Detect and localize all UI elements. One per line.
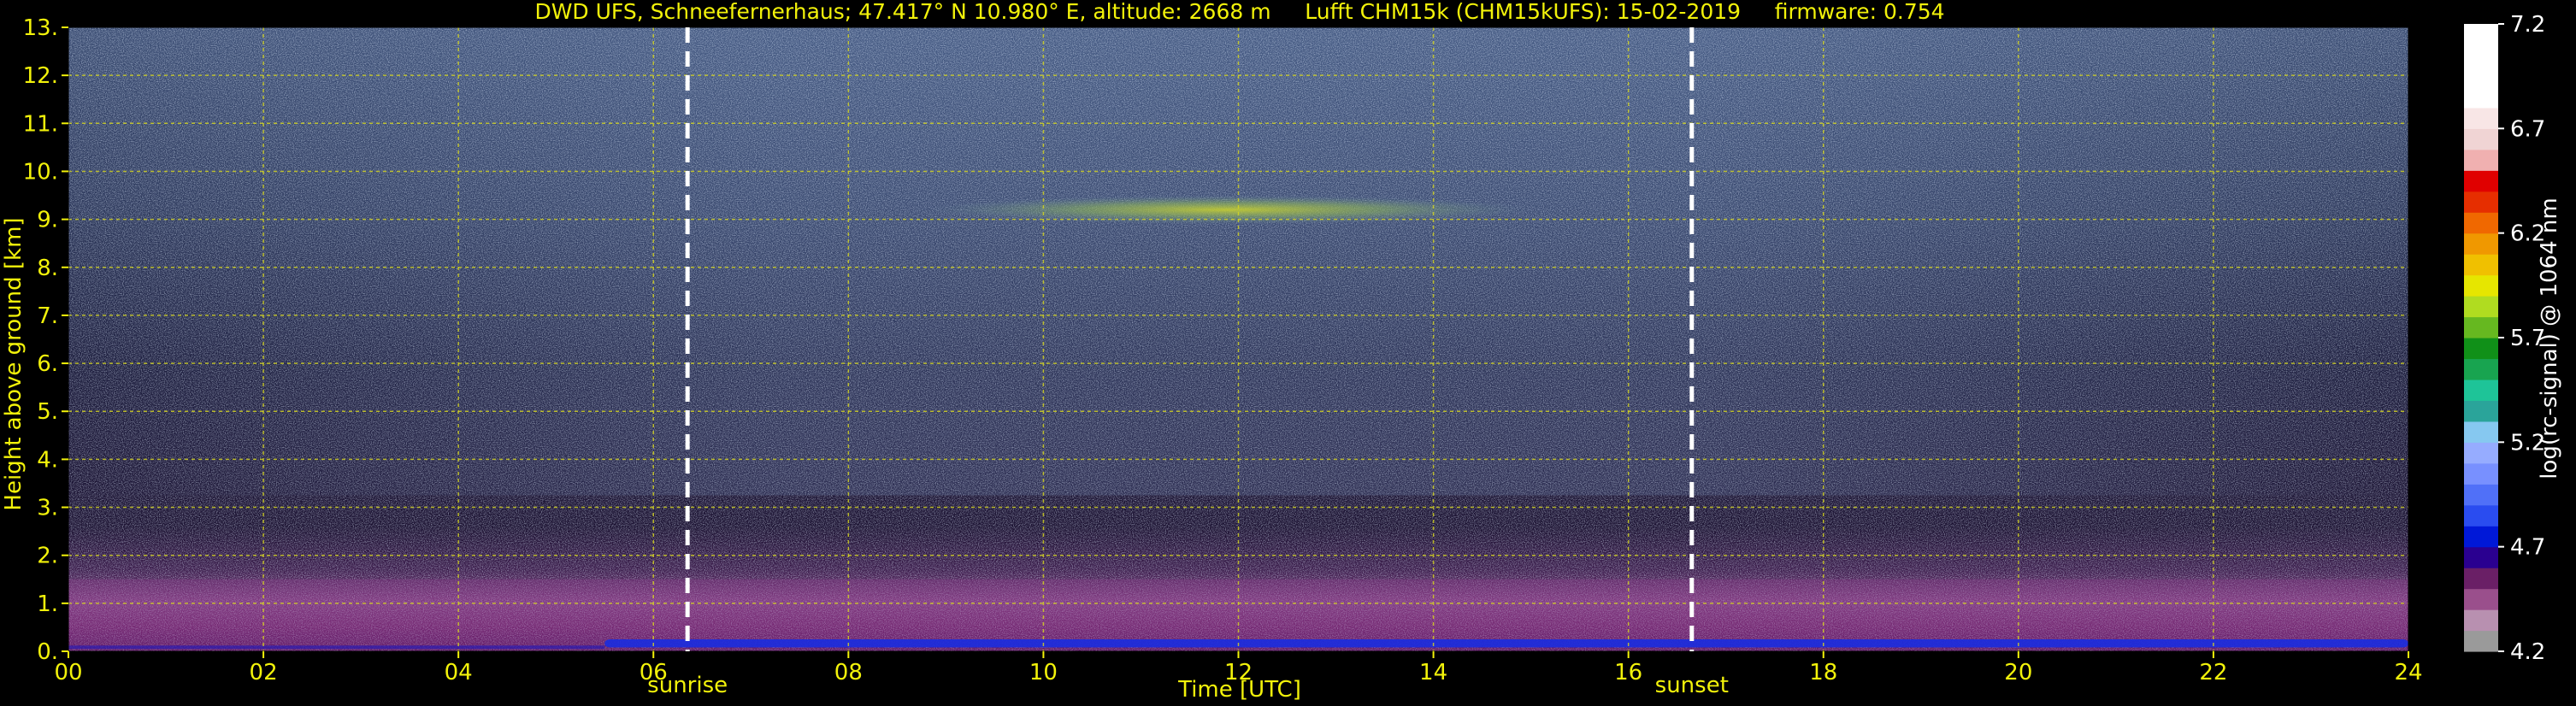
y-tick-label: 7. xyxy=(37,303,58,329)
colorbar-segment xyxy=(2464,128,2498,150)
colorbar-segment xyxy=(2464,191,2498,213)
x-tick-label: 06 xyxy=(640,660,668,685)
y-axis-ticks: 0. 1. 2. 3. 4. 5. 6. 7. 8. 9. 10. 11. 12. 13. xyxy=(23,15,68,665)
x-tick-label: 24 xyxy=(2394,660,2422,685)
near-ground-signal-band-early xyxy=(68,645,605,650)
x-tick-label: 18 xyxy=(1809,660,1837,685)
colorbar-tick-label: 7.2 xyxy=(2510,12,2545,38)
x-tick-label: 10 xyxy=(1029,660,1058,685)
y-tick-label: 0. xyxy=(37,639,58,665)
colorbar-tick-label: 6.7 xyxy=(2510,116,2545,142)
colorbar-segment xyxy=(2464,316,2498,338)
sunset-label: sunset xyxy=(1655,673,1729,698)
x-tick-label: 22 xyxy=(2199,660,2227,685)
colorbar-segment xyxy=(2464,338,2498,360)
colorbar-label: log(rc-signal) @ 1064 nm xyxy=(2537,197,2562,479)
colorbar-segment xyxy=(2464,149,2498,171)
colorbar-segment xyxy=(2464,568,2498,590)
colorbar-segment xyxy=(2464,588,2498,610)
y-tick-label: 6. xyxy=(37,351,58,377)
plot-area xyxy=(68,27,2408,651)
colorbar-segment xyxy=(2464,546,2498,568)
x-tick-label: 20 xyxy=(2004,660,2032,685)
x-tick-label: 08 xyxy=(834,660,863,685)
colorbar-segment xyxy=(2464,107,2498,129)
colorbar-segment xyxy=(2464,442,2498,464)
x-axis-label: Time [UTC] xyxy=(1177,677,1301,703)
colorbar-segment xyxy=(2464,24,2498,46)
x-tick-label: 04 xyxy=(445,660,473,685)
colorbar-segment xyxy=(2464,296,2498,318)
colorbar-segment xyxy=(2464,212,2498,234)
colorbar-tick-label: 4.2 xyxy=(2510,639,2545,665)
colorbar-segment xyxy=(2464,379,2498,401)
y-tick-label: 10. xyxy=(23,159,58,185)
colorbar-segment xyxy=(2464,358,2498,380)
y-tick-label: 4. xyxy=(37,447,58,473)
x-tick-label: 00 xyxy=(54,660,82,685)
colorbar-tick-label: 4.7 xyxy=(2510,535,2545,561)
near-ground-signal-band xyxy=(604,638,2408,648)
colorbar-segment xyxy=(2464,421,2498,443)
y-tick-label: 11. xyxy=(23,111,58,137)
x-tick-label: 16 xyxy=(1614,660,1642,685)
colorbar-segment xyxy=(2464,462,2498,485)
colorbar-segment xyxy=(2464,609,2498,632)
y-tick-label: 8. xyxy=(37,256,58,281)
colorbar-segment xyxy=(2464,484,2498,506)
signal-noise-texture xyxy=(68,27,2408,651)
colorbar-segment xyxy=(2464,86,2498,109)
y-tick-label: 2. xyxy=(37,544,58,569)
colorbar-segment xyxy=(2464,254,2498,276)
colorbar-segment xyxy=(2464,44,2498,67)
cirrus-cloud-layer xyxy=(926,195,1531,225)
colorbar-segment xyxy=(2464,232,2498,255)
y-axis-label: Height above ground [km] xyxy=(1,217,27,510)
colorbar-segment xyxy=(2464,170,2498,192)
chart-title: DWD UFS, Schneefernerhaus; 47.417° N 10.… xyxy=(534,0,1944,24)
x-tick-label: 14 xyxy=(1419,660,1447,685)
y-tick-label: 12. xyxy=(23,63,58,89)
colorbar-segment xyxy=(2464,504,2498,527)
y-tick-label: 9. xyxy=(37,208,58,233)
y-tick-label: 3. xyxy=(37,496,58,521)
colorbar-segment xyxy=(2464,65,2498,87)
colorbar-segment xyxy=(2464,630,2498,652)
y-tick-label: 1. xyxy=(37,591,58,617)
y-tick-label: 5. xyxy=(37,399,58,425)
colorbar: 4.24.75.25.76.26.77.2 xyxy=(2464,12,2545,665)
y-tick-label: 13. xyxy=(23,15,58,41)
x-tick-label: 02 xyxy=(250,660,278,685)
ceilometer-figure: sunrise sunset 00 02 04 06 08 10 12 14 16 18 20 22 24… xyxy=(1,0,2562,703)
colorbar-segment xyxy=(2464,526,2498,548)
colorbar-segment xyxy=(2464,274,2498,297)
colorbar-segment xyxy=(2464,400,2498,422)
